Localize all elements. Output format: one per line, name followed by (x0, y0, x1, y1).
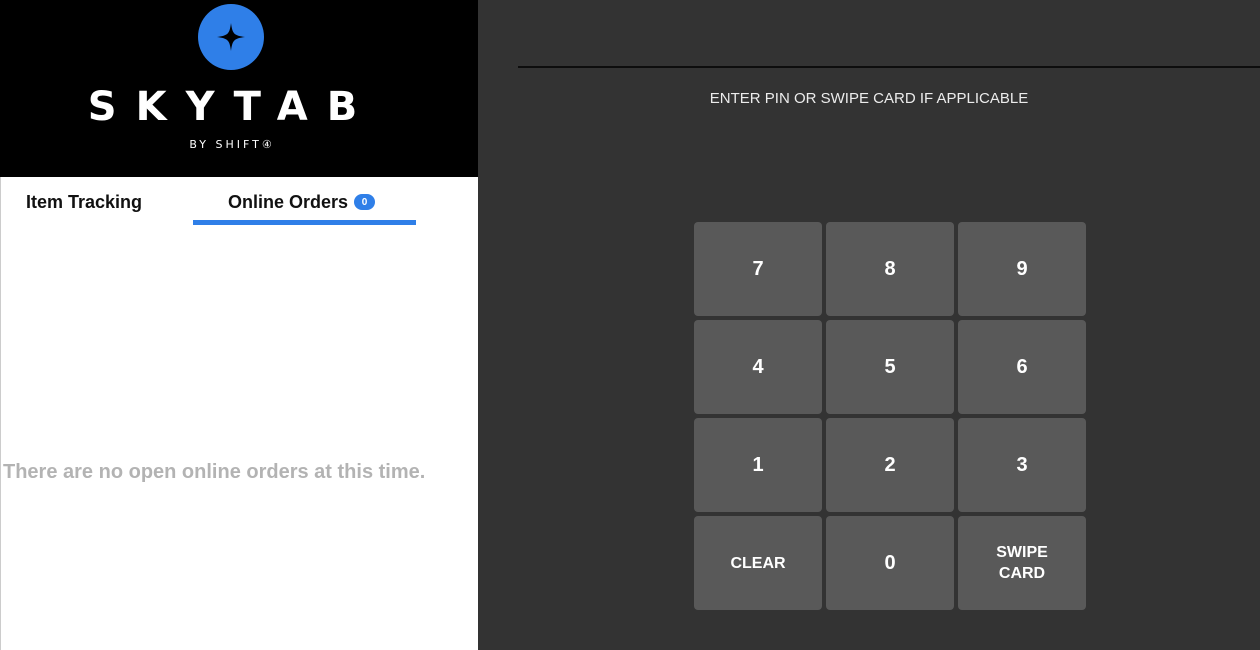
left-panel: SKYTAB BY SHIFT④ Item Tracking Online Or… (0, 0, 478, 650)
key-2[interactable]: 2 (826, 418, 954, 512)
key-7[interactable]: 7 (694, 222, 822, 316)
header-divider (518, 66, 1260, 68)
login-panel: ENTER PIN OR SWIPE CARD IF APPLICABLE 7 … (478, 0, 1260, 650)
logo-header: SKYTAB BY SHIFT④ (0, 0, 478, 177)
tab-item-tracking[interactable]: Item Tracking (26, 188, 142, 216)
key-4[interactable]: 4 (694, 320, 822, 414)
tab-online-orders-label: Online Orders (228, 191, 349, 212)
key-9[interactable]: 9 (958, 222, 1086, 316)
pin-keypad: 7 8 9 4 5 6 1 2 3 CLEAR 0 SWIPE CARD (694, 222, 1086, 610)
brand-byline: BY SHIFT④ (189, 138, 275, 151)
key-8[interactable]: 8 (826, 222, 954, 316)
four-point-star-icon (198, 4, 264, 70)
key-0[interactable]: 0 (826, 516, 954, 610)
pin-prompt: ENTER PIN OR SWIPE CARD IF APPLICABLE (709, 90, 1029, 107)
online-orders-count-badge: 0 (354, 194, 376, 210)
brand-logo-text: SKYTAB (87, 84, 377, 130)
panel-border (0, 177, 1, 650)
key-6[interactable]: 6 (958, 320, 1086, 414)
tab-item-tracking-label: Item Tracking (26, 191, 143, 212)
tab-online-orders[interactable]: Online Orders 0 (228, 188, 376, 216)
swipe-card-button[interactable]: SWIPE CARD (958, 516, 1086, 610)
key-1[interactable]: 1 (694, 418, 822, 512)
key-3[interactable]: 3 (958, 418, 1086, 512)
clear-button[interactable]: CLEAR (694, 516, 822, 610)
empty-orders-message: There are no open online orders at this … (3, 461, 426, 483)
key-5[interactable]: 5 (826, 320, 954, 414)
active-tab-indicator (193, 220, 416, 225)
